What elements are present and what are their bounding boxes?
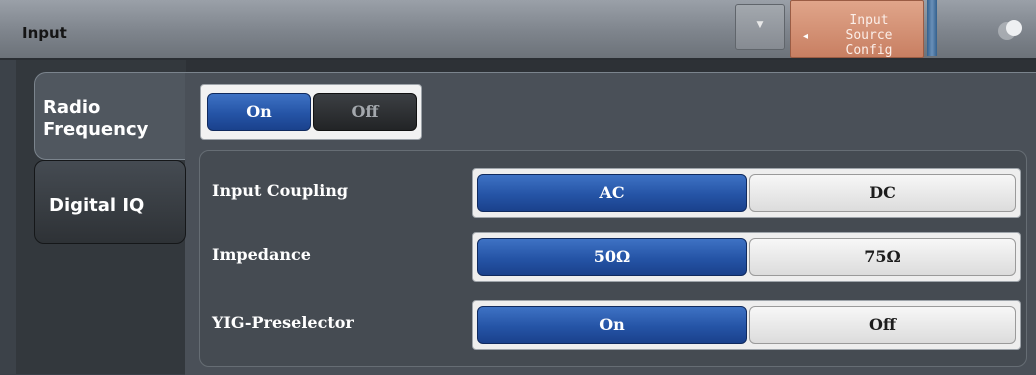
yig-preselector-on-button[interactable]: On: [477, 306, 747, 344]
tab-radio-frequency-label: Radio Frequency: [43, 97, 149, 140]
title-bar: Input ▼ ◂ Input Source Config: [0, 0, 1036, 60]
input-coupling-control: AC DC: [472, 168, 1021, 218]
input-coupling-dc-button[interactable]: DC: [749, 174, 1016, 212]
tab-radio-frequency[interactable]: Radio Frequency: [34, 72, 185, 160]
arrow-left-icon: ◂: [803, 31, 809, 42]
yig-preselector-control: On Off: [472, 300, 1021, 350]
impedance-75-button[interactable]: 75Ω: [749, 238, 1016, 276]
input-coupling-label: Input Coupling: [212, 181, 349, 200]
tab-digital-iq-label: Digital IQ: [49, 195, 145, 216]
tab-digital-iq[interactable]: Digital IQ: [34, 160, 186, 244]
rf-off-button[interactable]: Off: [313, 93, 417, 131]
left-edge: [0, 60, 17, 374]
chevron-down-icon: ▼: [756, 20, 764, 30]
impedance-50-button[interactable]: 50Ω: [477, 238, 747, 276]
input-source-config-button[interactable]: ◂ Input Source Config: [790, 0, 924, 58]
toggle-icon[interactable]: [995, 19, 1029, 43]
separator: [927, 0, 937, 56]
dropdown-button[interactable]: ▼: [735, 4, 785, 50]
dialog-title: Input: [22, 24, 67, 42]
rf-state-toggle: On Off: [200, 84, 422, 140]
impedance-label: Impedance: [212, 245, 311, 264]
impedance-control: 50Ω 75Ω: [472, 232, 1021, 282]
rf-on-button[interactable]: On: [207, 93, 311, 131]
yig-preselector-label: YIG-Preselector: [212, 313, 354, 332]
input-source-config-label: Input Source Config: [845, 13, 893, 58]
yig-preselector-off-button[interactable]: Off: [749, 306, 1016, 344]
input-coupling-ac-button[interactable]: AC: [477, 174, 747, 212]
